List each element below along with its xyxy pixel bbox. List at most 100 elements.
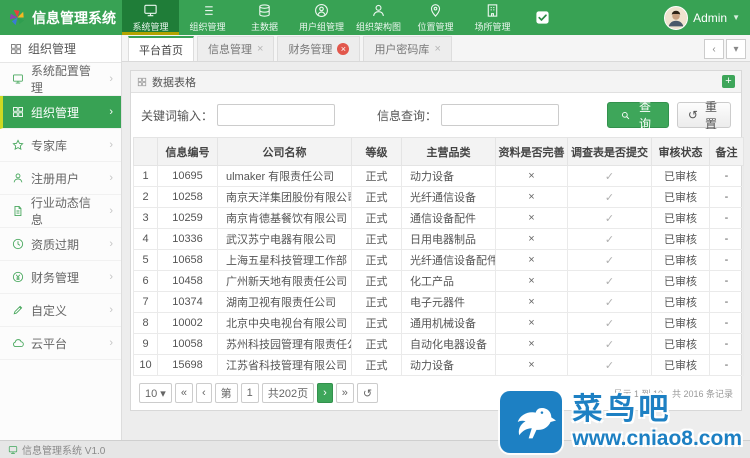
company-name: 广州新天地有限责任公司 xyxy=(218,271,352,292)
tab[interactable]: 财务管理 × xyxy=(277,36,360,61)
topnav-item[interactable]: 组织架构图 xyxy=(350,0,407,35)
main-category: 通信设备配件 xyxy=(402,208,496,229)
watermark-bird-logo-icon xyxy=(500,391,562,453)
tab-close-icon[interactable]: × xyxy=(434,43,440,55)
company-name: ulmaker 有限责任公司 xyxy=(218,166,352,187)
user-icon xyxy=(12,172,24,184)
data-complete-mark: × xyxy=(496,187,568,208)
sidebar-item-label: 系统配置管理 xyxy=(31,62,102,96)
topnav-item[interactable]: 位置管理 xyxy=(407,0,464,35)
topnav-item[interactable]: 主数据 xyxy=(236,0,293,35)
topnav-app-icon-item[interactable] xyxy=(521,0,563,35)
tab-label: 财务管理 xyxy=(288,41,332,57)
table-row[interactable]: 410336武汉苏宁电器有限公司正式日用电器制品×✓已审核- xyxy=(134,229,744,250)
topnav-item[interactable]: 场所管理 xyxy=(464,0,521,35)
main-category: 电子元器件 xyxy=(402,292,496,313)
data-complete-mark: × xyxy=(496,334,568,355)
data-complete-mark: × xyxy=(496,292,568,313)
remark: - xyxy=(710,271,744,292)
grade: 正式 xyxy=(352,187,402,208)
query-input[interactable] xyxy=(441,104,559,126)
total-pages-label: 共202页 xyxy=(262,383,314,403)
clock-icon xyxy=(12,238,24,250)
sidebar-item-label: 组织管理 xyxy=(31,104,79,121)
tab-scroll-left-button[interactable]: ‹ xyxy=(704,39,724,59)
chevron-right-icon: › xyxy=(109,139,113,151)
company-name: 苏州科技园管理有限责任公司 xyxy=(218,334,352,355)
column-header: 资料是否完善 xyxy=(496,138,568,166)
remark: - xyxy=(710,292,744,313)
last-page-button[interactable]: » xyxy=(336,383,354,403)
tab[interactable]: 信息管理× xyxy=(197,36,274,61)
next-page-button[interactable]: › xyxy=(317,383,333,403)
table-row[interactable]: 510658上海五星科技管理工作部正式光纤通信设备配件×✓已审核- xyxy=(134,250,744,271)
info-id: 10258 xyxy=(158,187,218,208)
pin-icon xyxy=(428,3,443,18)
sidebar-item[interactable]: 行业动态信息› xyxy=(0,195,121,228)
table-row[interactable]: 910058苏州科技园管理有限责任公司正式自动化电器设备×✓已审核- xyxy=(134,334,744,355)
topnav-item-label: 位置管理 xyxy=(417,20,453,33)
sidebar-item[interactable]: 系统配置管理› xyxy=(0,63,121,96)
watermark-url: www.cniao8.com xyxy=(572,427,742,451)
table-row[interactable]: 710374湖南卫视有限责任公司正式电子元器件×✓已审核- xyxy=(134,292,744,313)
grid-icon xyxy=(10,43,22,55)
doc-icon xyxy=(12,205,24,217)
audit-status: 已审核 xyxy=(652,271,710,292)
panel-header: 数据表格 + xyxy=(131,71,741,93)
prev-page-button[interactable]: ‹ xyxy=(196,383,212,403)
table-row[interactable]: 310259南京肯德基餐饮有限公司正式通信设备配件×✓已审核- xyxy=(134,208,744,229)
info-id: 10058 xyxy=(158,334,218,355)
topnav-item-label: 系统管理 xyxy=(132,20,168,33)
remark: - xyxy=(710,334,744,355)
reset-button[interactable]: ↺ 重置 xyxy=(677,102,731,128)
user-circle-icon xyxy=(314,3,329,18)
row-index: 3 xyxy=(134,208,158,229)
grade: 正式 xyxy=(352,166,402,187)
table-row[interactable]: 210258南京天洋集团股份有限公司正式光纤通信设备×✓已审核- xyxy=(134,187,744,208)
sidebar-item[interactable]: 组织管理 › xyxy=(0,96,121,129)
first-page-button[interactable]: « xyxy=(175,383,193,403)
survey-submitted-mark: ✓ xyxy=(568,334,652,355)
sidebar-item[interactable]: 资质过期› xyxy=(0,228,121,261)
refresh-button[interactable]: ↺ xyxy=(357,383,378,403)
sidebar-item-label: 资质过期 xyxy=(31,236,79,253)
sidebar-item[interactable]: 财务管理› xyxy=(0,261,121,294)
tab-ops-button[interactable]: ▾ xyxy=(726,39,746,59)
table-row[interactable]: 610458广州新天地有限责任公司正式化工产品×✓已审核- xyxy=(134,271,744,292)
sidebar-item[interactable]: 专家库› xyxy=(0,129,121,162)
remark: - xyxy=(710,166,744,187)
column-header: 等级 xyxy=(352,138,402,166)
sidebar-item[interactable]: 注册用户› xyxy=(0,162,121,195)
table-row[interactable]: 110695ulmaker 有限责任公司正式动力设备×✓已审核- xyxy=(134,166,744,187)
topnav-item[interactable]: 系统管理 xyxy=(122,0,179,35)
table-row[interactable]: 1015698江苏省科技管理有限公司正式动力设备×✓已审核- xyxy=(134,355,744,376)
page-input[interactable]: 1 xyxy=(241,383,259,403)
sidebar-item[interactable]: 自定义› xyxy=(0,294,121,327)
reset-icon: ↺ xyxy=(688,108,698,122)
page-size-select[interactable]: 10 ▾ xyxy=(139,383,172,403)
sidebar-item[interactable]: 云平台› xyxy=(0,327,121,360)
main-category: 化工产品 xyxy=(402,271,496,292)
tab[interactable]: 用户密码库 × xyxy=(363,36,451,61)
chevron-down-icon: ▼ xyxy=(732,13,740,22)
topnav-item[interactable]: 组织管理 xyxy=(179,0,236,35)
topnav-item[interactable]: 用户组管理 xyxy=(293,0,350,35)
tab-close-icon[interactable]: × xyxy=(257,43,263,55)
search-button[interactable]: 查询 xyxy=(607,102,669,128)
list-icon xyxy=(200,3,215,18)
user-menu[interactable]: Admin ▼ xyxy=(664,0,750,35)
table-row[interactable]: 810002北京中央电视台有限公司正式通用机械设备×✓已审核- xyxy=(134,313,744,334)
remark: - xyxy=(710,187,744,208)
database-icon xyxy=(257,3,272,18)
data-complete-mark: × xyxy=(496,229,568,250)
audit-status: 已审核 xyxy=(652,292,710,313)
main-category: 光纤通信设备 xyxy=(402,187,496,208)
tab-label: 用户密码库 xyxy=(374,41,429,57)
company-name: 北京中央电视台有限公司 xyxy=(218,313,352,334)
keyword-input[interactable] xyxy=(217,104,335,126)
panel-collapse-button[interactable]: + xyxy=(722,75,735,88)
tab-close-badge[interactable]: × xyxy=(337,43,349,55)
tab[interactable]: 平台首页 xyxy=(128,36,194,61)
data-complete-mark: × xyxy=(496,313,568,334)
chevron-right-icon: › xyxy=(109,106,113,118)
